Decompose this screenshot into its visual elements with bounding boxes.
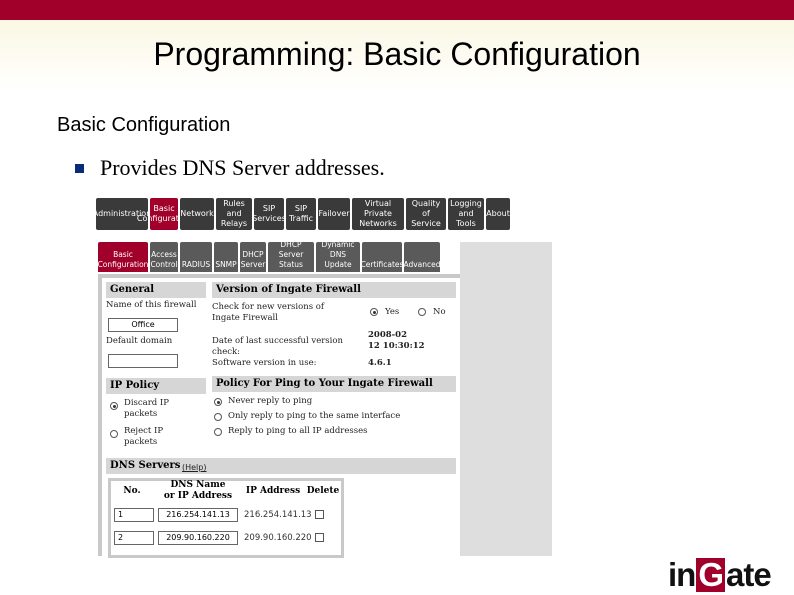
default-domain-label: Default domain (106, 336, 173, 346)
ingate-web-ui-screenshot: Administration Basic Configuration Network… (93, 198, 552, 558)
general-heading: General (106, 282, 206, 298)
bullet-text: Provides DNS Server addresses. (100, 155, 385, 180)
ping-same-interface-label: Only reply to ping to the same interface (228, 411, 401, 421)
main-tab-rules-and-relays[interactable]: Rules and Relays (216, 198, 252, 230)
firewall-name-label: Name of this firewall (106, 300, 197, 310)
main-tab-about[interactable]: About (486, 198, 510, 230)
version-heading: Version of Ingate Firewall (212, 282, 456, 298)
config-content-panel: General Name of this firewall Office Def… (98, 274, 460, 558)
dns-row-2-delete-checkbox[interactable] (315, 533, 324, 542)
dns-row-2-no[interactable]: 2 (114, 531, 154, 545)
col-dns-name-header: DNS Name or IP Address (163, 480, 233, 501)
firewall-name-input[interactable]: Office (108, 318, 178, 332)
reject-ip-label: Reject IP packets (124, 426, 164, 447)
sub-tab-advanced[interactable]: Advanced (403, 242, 441, 272)
ping-policy-heading: Policy For Ping to Your Ingate Firewall (212, 376, 456, 392)
dns-servers-heading: DNS Servers (106, 458, 456, 474)
dns-row-1-delete-checkbox[interactable] (315, 510, 324, 519)
ping-never-label: Never reply to ping (228, 396, 313, 406)
main-tab-failover[interactable]: Failover (318, 198, 350, 230)
dns-row-2-ip: 209.90.160.220 (244, 533, 312, 543)
col-ip-header: IP Address (245, 486, 301, 496)
main-navigation: Administration Basic Configuration Network… (93, 198, 552, 232)
version-check-label: Check for new versions of Ingate Firewal… (212, 302, 325, 323)
main-tab-virtual-private-networks[interactable]: Virtual Private Networks (352, 198, 404, 230)
default-domain-input[interactable] (108, 354, 178, 368)
last-check-value: 2008-02 12 10:30:12 (368, 330, 425, 351)
sub-tab-snmp[interactable]: SNMP (214, 242, 238, 272)
dns-row-2-name-input[interactable]: 209.90.160.220 (158, 531, 238, 545)
logo-g-mark: G (696, 556, 725, 593)
sub-tab-radius[interactable]: RADIUS (180, 242, 212, 272)
version-check-yes-label: Yes (385, 307, 400, 317)
ip-policy-heading: IP Policy (106, 378, 206, 394)
version-check-no-label: No (433, 307, 446, 317)
sub-tab-basic-configuration[interactable]: Basic Configuration (98, 242, 148, 272)
dns-servers-title: DNS Servers (110, 460, 181, 471)
version-check-no-radio[interactable] (418, 308, 426, 316)
square-bullet-icon (75, 163, 84, 173)
dns-row-1-ip: 216.254.141.13 (244, 510, 312, 520)
sub-tab-certificates[interactable]: Certificates (361, 242, 403, 272)
ping-all-label: Reply to ping to all IP addresses (228, 426, 368, 436)
dns-row-1-name-input[interactable]: 216.254.141.13 (158, 508, 238, 522)
dns-help-link[interactable]: (Help) (182, 463, 206, 472)
sub-tab-access-control[interactable]: Access Control (150, 242, 178, 272)
discard-ip-label: Discard IP packets (124, 398, 170, 419)
col-delete-header: Delete (306, 486, 340, 496)
main-tab-quality-of-service[interactable]: Quality of Service (406, 198, 446, 230)
main-tab-sip-traffic[interactable]: SIP Traffic (286, 198, 316, 230)
sub-navigation: Basic Configuration Access Control RADIUS S… (98, 240, 550, 274)
top-accent-bar (0, 0, 794, 20)
dns-row-1-no[interactable]: 1 (114, 508, 154, 522)
ingate-logo: in G ate (668, 556, 772, 593)
slide-title: Programming: Basic Configuration (153, 36, 641, 72)
version-check-yes-radio[interactable] (370, 308, 378, 316)
reject-ip-radio[interactable] (110, 430, 118, 438)
ping-never-radio[interactable] (214, 398, 222, 406)
ping-all-radio[interactable] (214, 428, 222, 436)
main-tab-sip-services[interactable]: SIP Services (252, 198, 286, 230)
software-version-value: 4.6.1 (368, 358, 392, 368)
slide-subtitle: Basic Configuration (57, 114, 231, 136)
software-version-label: Software version in use: (212, 358, 317, 368)
bullet-item: Provides DNS Server addresses. (75, 155, 385, 181)
main-tab-basic-configuration[interactable]: Basic Configuration (137, 198, 191, 230)
sub-tab-dynamic-dns-update[interactable]: Dynamic DNS Update (316, 240, 360, 272)
main-tab-network[interactable]: Network (180, 198, 214, 230)
logo-text-right: ate (726, 556, 772, 593)
last-check-label: Date of last successful version check: (212, 336, 343, 357)
logo-text-left: in (668, 556, 696, 593)
col-no-header: No. (123, 486, 141, 496)
ping-same-interface-radio[interactable] (214, 413, 222, 421)
page-background-panel (460, 242, 552, 556)
discard-ip-radio[interactable] (110, 402, 118, 410)
sub-tab-dhcp-server-status[interactable]: DHCP Server Status (268, 240, 314, 272)
main-tab-logging-and-tools[interactable]: Logging and Tools (448, 198, 484, 230)
sub-tab-dhcp-server[interactable]: DHCP Server (240, 242, 266, 272)
